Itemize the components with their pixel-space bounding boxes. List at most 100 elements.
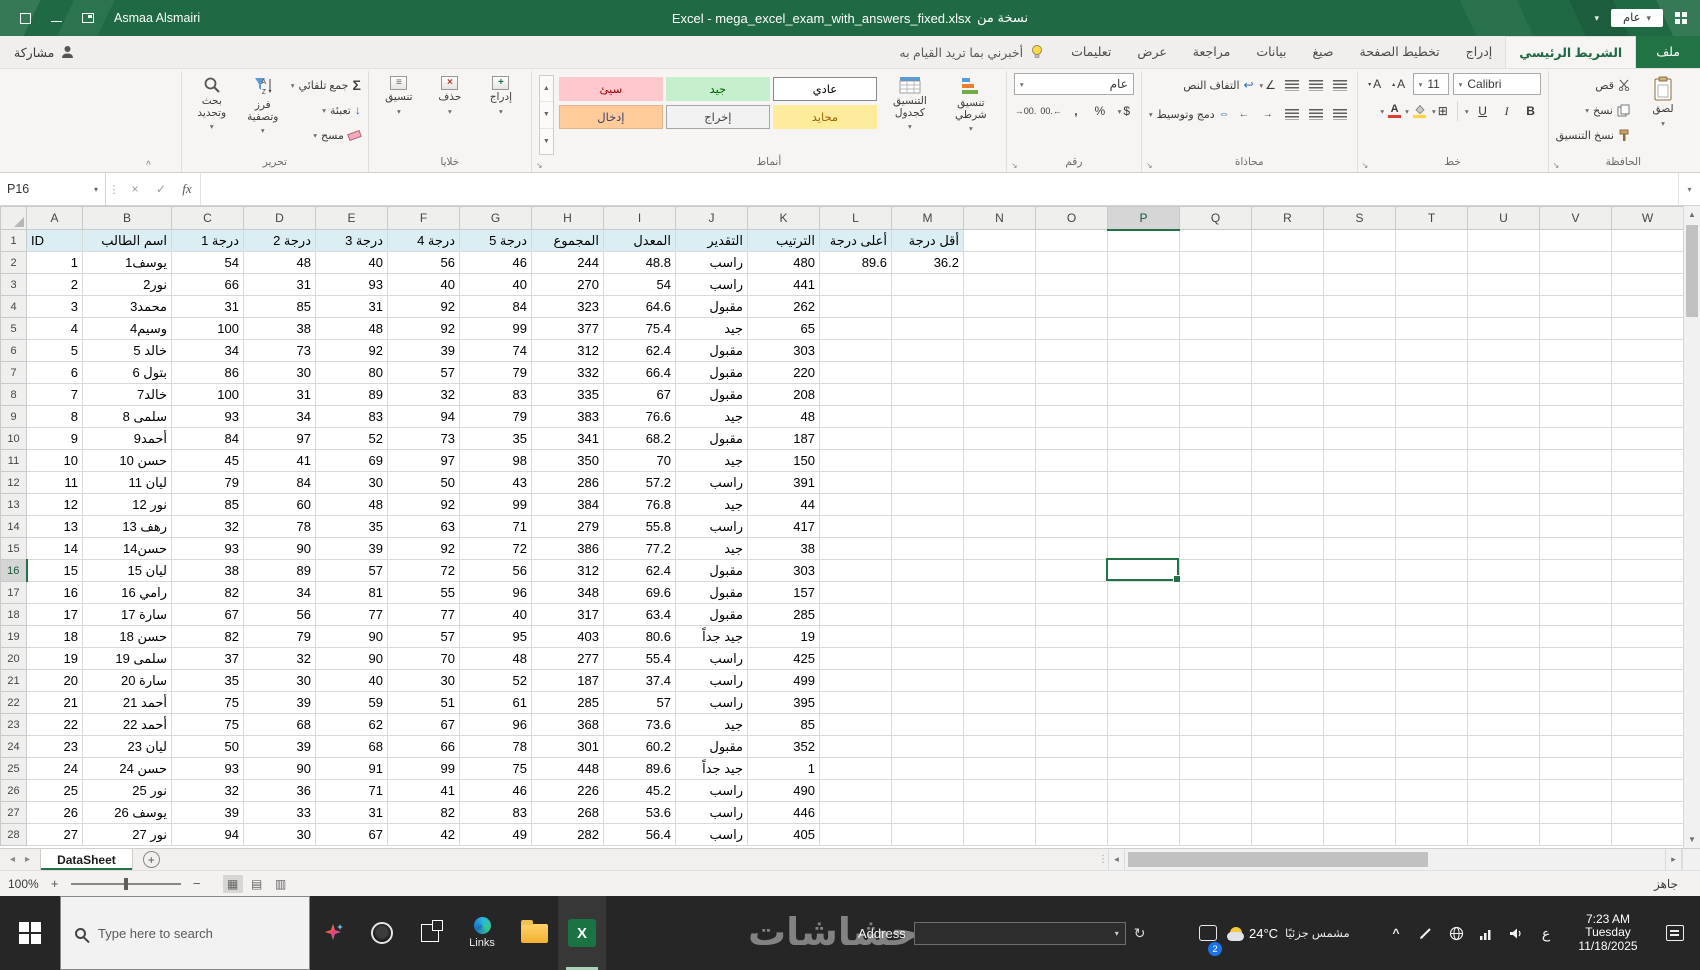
cell[interactable] [963, 691, 1036, 714]
zoom-in-button[interactable]: + [48, 876, 62, 891]
cell[interactable] [819, 383, 892, 406]
cell[interactable]: 72 [387, 559, 460, 582]
cell[interactable] [1611, 647, 1684, 670]
cell[interactable] [1539, 647, 1612, 670]
cell[interactable]: 35 [315, 515, 388, 538]
cell[interactable]: 56 [387, 251, 460, 274]
cell[interactable] [1323, 625, 1396, 648]
row-header[interactable]: 7 [0, 361, 27, 384]
cell[interactable] [963, 427, 1036, 450]
cell[interactable] [963, 581, 1036, 604]
cell[interactable] [1395, 493, 1468, 516]
cell[interactable] [1611, 317, 1684, 340]
cell[interactable] [1395, 339, 1468, 362]
cell[interactable] [1467, 449, 1540, 472]
cell[interactable]: 82 [387, 801, 460, 824]
scroll-up-icon[interactable]: ▲ [1684, 206, 1700, 223]
new-sheet-button[interactable]: + [142, 851, 160, 868]
cell[interactable] [963, 471, 1036, 494]
cell[interactable] [1323, 229, 1396, 252]
cell[interactable] [1251, 537, 1324, 560]
cell[interactable] [1395, 735, 1468, 758]
cell[interactable] [1179, 691, 1252, 714]
cell[interactable]: 65 [747, 317, 820, 340]
cell[interactable]: 62.4 [603, 559, 676, 582]
cell[interactable]: 285 [531, 691, 604, 714]
cell[interactable]: 23 [26, 735, 83, 758]
cell[interactable] [1179, 801, 1252, 824]
cell[interactable] [1107, 515, 1180, 538]
cell[interactable] [1179, 229, 1252, 252]
cell[interactable] [1395, 317, 1468, 340]
row-header[interactable]: 25 [0, 757, 27, 780]
cell[interactable] [1611, 625, 1684, 648]
column-header[interactable]: P [1107, 206, 1180, 231]
cell[interactable]: خالد7 [82, 383, 172, 406]
cell[interactable] [963, 757, 1036, 780]
cell[interactable]: سلمى 8 [82, 405, 172, 428]
cell[interactable] [1107, 625, 1180, 648]
cell[interactable]: 97 [387, 449, 460, 472]
zoom-slider[interactable] [70, 877, 181, 890]
cell[interactable] [1251, 625, 1324, 648]
cell[interactable]: 46 [459, 251, 532, 274]
cell[interactable] [819, 273, 892, 296]
window-minimize-icon[interactable] [51, 20, 62, 22]
cell[interactable]: 34 [171, 339, 244, 362]
grow-font-button[interactable]: A ▴ [1389, 73, 1409, 95]
cell[interactable] [819, 647, 892, 670]
cell[interactable]: جيد جداً [675, 757, 748, 780]
cell[interactable]: جيد [675, 493, 748, 516]
cell[interactable] [1035, 317, 1108, 340]
cell[interactable]: 45 [171, 449, 244, 472]
cell-style-option[interactable]: عادي [772, 77, 877, 101]
cell[interactable] [963, 823, 1036, 846]
cell[interactable] [1035, 581, 1108, 604]
cell[interactable]: 51 [387, 691, 460, 714]
cell[interactable] [1251, 449, 1324, 472]
cell[interactable] [891, 735, 964, 758]
cell[interactable] [1035, 295, 1108, 318]
cell[interactable]: 386 [531, 537, 604, 560]
cell[interactable]: 417 [747, 515, 820, 538]
cell[interactable] [1539, 471, 1612, 494]
align-top-icon[interactable] [1330, 74, 1350, 96]
window-restore-icon[interactable] [20, 12, 31, 24]
cell[interactable]: 56 [459, 559, 532, 582]
cell[interactable]: 67 [315, 823, 388, 846]
cell[interactable] [1323, 361, 1396, 384]
cell[interactable]: 9 [26, 427, 83, 450]
cell[interactable] [819, 339, 892, 362]
cell[interactable]: يوسف 26 [82, 801, 172, 824]
address-dropdown-icon[interactable]: ▾ [1109, 929, 1125, 938]
cell[interactable]: مقبول [675, 383, 748, 406]
cell[interactable]: 499 [747, 669, 820, 692]
cell-style-option[interactable]: جيد [665, 77, 770, 101]
cell[interactable]: 480 [747, 251, 820, 274]
cell[interactable] [1035, 361, 1108, 384]
cell[interactable]: 78 [459, 735, 532, 758]
cell[interactable]: 24 [26, 757, 83, 780]
cell[interactable]: 39 [387, 339, 460, 362]
ribbon-tab[interactable]: الشريط الرئيسي [1505, 36, 1637, 68]
cell[interactable] [1467, 647, 1540, 670]
row-header[interactable]: 16 [0, 559, 28, 582]
cell[interactable]: 30 [315, 471, 388, 494]
cell[interactable] [891, 691, 964, 714]
cell[interactable] [1323, 537, 1396, 560]
cell[interactable]: راسب [675, 801, 748, 824]
number-dialog-launcher-icon[interactable]: ↘ [1011, 161, 1018, 170]
cell[interactable] [1035, 449, 1108, 472]
insert-function-button[interactable]: fx [174, 173, 200, 205]
cell[interactable]: 75.4 [603, 317, 676, 340]
cell[interactable] [1467, 383, 1540, 406]
cell[interactable] [1467, 339, 1540, 362]
tell-me-search[interactable]: أخبرني بما تريد القيام به [885, 36, 1058, 68]
cell-style-option[interactable]: محايد [772, 105, 877, 129]
cell[interactable] [1611, 251, 1684, 274]
sensitivity-label[interactable]: عام ▾ [1610, 9, 1663, 27]
cell[interactable] [1467, 251, 1540, 274]
cell[interactable] [1107, 449, 1180, 472]
cell[interactable]: 61 [459, 691, 532, 714]
cell[interactable] [1539, 735, 1612, 758]
